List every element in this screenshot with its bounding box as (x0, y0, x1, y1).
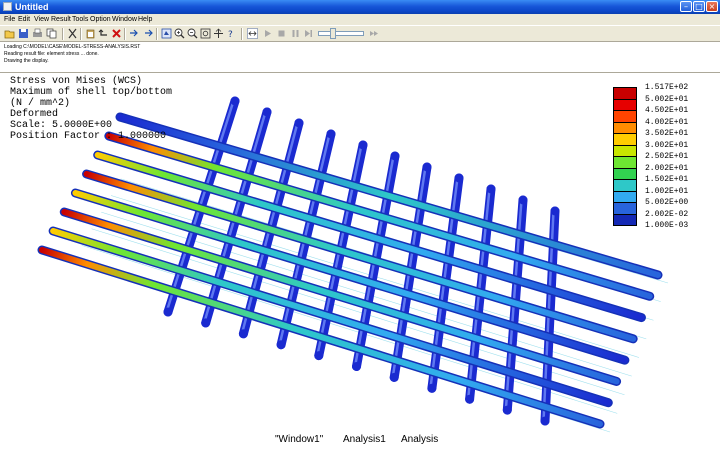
menu-tools[interactable]: Tools (72, 14, 88, 25)
zoom-out-icon[interactable] (187, 28, 198, 39)
animate-icon[interactable] (247, 28, 258, 39)
beam-end-top (454, 173, 464, 183)
tab-analysis1[interactable]: Analysis1 (343, 434, 386, 446)
menu-help[interactable]: Help (138, 14, 152, 25)
beam-end-bottom (427, 383, 437, 393)
beam-end-bottom (201, 318, 211, 328)
deformed-label: Deformed (10, 109, 59, 120)
message-line: Drawing the display. (4, 58, 49, 64)
menu-view[interactable]: View (34, 14, 49, 25)
legend-value: 3.002E+01 (645, 140, 689, 150)
legend-value: 1.002E+01 (645, 186, 689, 196)
legend-value: 2.002E+01 (645, 163, 689, 173)
beam-end-top (358, 140, 368, 150)
beam-end-bottom (163, 307, 173, 317)
delete-icon[interactable] (111, 28, 122, 39)
export-icon[interactable] (142, 28, 153, 39)
menu-option[interactable]: Option (90, 14, 111, 25)
pause-icon[interactable] (290, 28, 301, 39)
menu-file[interactable]: File (4, 14, 15, 25)
message-line: Reading result file: element stress ... … (4, 51, 99, 57)
model-viewport[interactable]: Stress von Mises (WCS) Maximum of shell … (0, 73, 720, 450)
beam-end-bottom (314, 351, 324, 361)
zoom-fit-icon[interactable] (200, 28, 211, 39)
toolbar-separator (80, 28, 82, 40)
legend-value: 5.002E+01 (645, 94, 689, 104)
beam-end-bottom (238, 329, 248, 339)
beam-end-bottom (502, 405, 512, 415)
result-type-label: Stress von Mises (WCS) (10, 76, 143, 87)
end-icon[interactable] (368, 28, 379, 39)
toolbar: ? (0, 25, 720, 42)
beam-end-top (486, 184, 496, 194)
result-unit-label: (N / mm^2) (10, 98, 71, 109)
contour-legend (613, 87, 637, 226)
query-icon[interactable]: ? (226, 28, 237, 39)
message-area[interactable]: Loading C:\MODEL\CASE\MODEL-STRESS-ANALY… (0, 42, 720, 73)
beam-end-top (422, 162, 432, 172)
legend-value: 4.002E+01 (645, 117, 689, 127)
toolbar-separator (124, 28, 126, 40)
menu-bar: File Edit View Result Tools Option Windo… (0, 14, 720, 25)
cut-icon[interactable] (67, 28, 78, 39)
toolbar-separator (156, 28, 158, 40)
scale-label: Scale: 5.0000E+00 (10, 120, 113, 131)
tab-window1[interactable]: "Window1" (275, 434, 323, 446)
menu-window[interactable]: Window (112, 14, 137, 25)
toolbar-separator (62, 28, 64, 40)
app-icon (3, 2, 12, 11)
beam-end-top (262, 107, 272, 117)
legend-value: 2.002E-02 (645, 209, 689, 219)
minimize-button[interactable]: – (680, 1, 692, 12)
undo-icon[interactable] (98, 28, 109, 39)
beam-end-top (390, 151, 400, 161)
save-icon[interactable] (18, 28, 29, 39)
window-title: Untitled (15, 2, 49, 12)
copy-icon[interactable] (46, 28, 57, 39)
legend-value: 4.502E+01 (645, 106, 689, 115)
legend-value: 1.000E-03 (645, 221, 689, 230)
svg-text:?: ? (228, 30, 233, 39)
beam-end-bottom (352, 362, 361, 371)
step-icon[interactable] (303, 28, 314, 39)
legend-swatch (613, 213, 637, 226)
beam-end-top (550, 206, 560, 216)
rotate-icon[interactable] (161, 28, 172, 39)
application-window: Untitled – □ × File Edit View Result Too… (0, 0, 720, 450)
open-icon[interactable] (4, 28, 15, 39)
legend-value: 1.502E+01 (645, 175, 689, 184)
position-factor-label: Position Factor : 1.000000 (10, 131, 167, 142)
close-button[interactable]: × (706, 1, 718, 12)
stop-icon[interactable] (276, 28, 287, 39)
tab-analysis[interactable]: Analysis (401, 434, 438, 446)
print-icon[interactable] (32, 28, 43, 39)
message-line: Loading C:\MODEL\CASE\MODEL-STRESS-ANALY… (4, 44, 141, 50)
beam-end-bottom (540, 416, 550, 426)
result-position-label: Maximum of shell top/bottom (10, 87, 173, 98)
legend-value: 1.517E+02 (645, 83, 689, 92)
legend-value: 3.502E+01 (645, 129, 689, 138)
beam-end-bottom (389, 372, 399, 382)
frame-slider[interactable] (318, 31, 364, 36)
beam-end-bottom (276, 340, 286, 350)
title-bar[interactable]: Untitled – □ × (0, 0, 720, 14)
import-icon[interactable] (129, 28, 140, 39)
beam-end-top (326, 129, 336, 139)
frame-slider-thumb[interactable] (330, 28, 336, 39)
legend-value: 5.002E+00 (645, 198, 689, 207)
beam-end-top (518, 195, 528, 205)
beam-end-top (230, 96, 240, 106)
toolbar-separator (241, 28, 243, 40)
beam-end-bottom (465, 394, 475, 404)
legend-value: 2.502E+01 (645, 152, 689, 161)
menu-edit[interactable]: Edit (18, 14, 30, 25)
maximize-button[interactable]: □ (693, 1, 705, 12)
paste-icon[interactable] (85, 28, 96, 39)
pan-icon[interactable] (213, 28, 224, 39)
play-icon[interactable] (262, 28, 273, 39)
beam-end-top (294, 118, 304, 128)
zoom-in-icon[interactable] (174, 28, 185, 39)
menu-result[interactable]: Result (51, 14, 71, 25)
